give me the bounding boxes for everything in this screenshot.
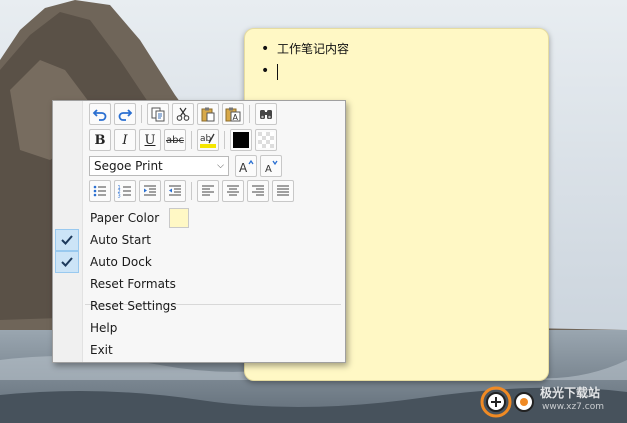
note-bullet-list[interactable]: 工作笔记内容 bbox=[245, 29, 548, 83]
toolbar-separator bbox=[249, 105, 250, 123]
justify-button[interactable] bbox=[272, 180, 294, 202]
watermark-url: www.xz7.com bbox=[542, 402, 604, 412]
align-right-icon bbox=[252, 185, 264, 196]
toolbar-row-format: B I U abc ab bbox=[89, 129, 277, 151]
text-color-swatch-icon bbox=[233, 132, 249, 148]
menu-item-label: Reset Formats bbox=[90, 277, 176, 291]
cut-icon bbox=[176, 107, 190, 121]
menu-item-label: Reset Settings bbox=[90, 299, 177, 313]
toolbar-separator bbox=[141, 105, 142, 123]
menu-item-label: Help bbox=[90, 321, 118, 335]
indent-button[interactable] bbox=[139, 180, 161, 202]
numbered-list-icon: 123 bbox=[118, 185, 131, 200]
paste-icon bbox=[201, 107, 215, 122]
align-center-button[interactable] bbox=[222, 180, 244, 202]
checkmark-icon bbox=[55, 229, 79, 251]
justify-icon bbox=[277, 185, 289, 196]
text-color-button[interactable] bbox=[230, 129, 252, 151]
menu-item-label: Auto Dock bbox=[90, 255, 152, 269]
shrink-font-button[interactable]: A bbox=[260, 155, 282, 177]
chevron-down-icon: ⌵ bbox=[217, 161, 224, 171]
strikethrough-icon: abc bbox=[166, 134, 184, 146]
menu-item-label: Exit bbox=[90, 343, 113, 357]
menu-item-label: Auto Start bbox=[90, 233, 151, 247]
text-cursor bbox=[277, 63, 278, 80]
underline-button[interactable]: U bbox=[139, 129, 161, 151]
checkmark-icon bbox=[55, 251, 79, 273]
svg-text:A: A bbox=[265, 164, 272, 174]
toolbar-separator bbox=[191, 131, 192, 149]
bold-button[interactable]: B bbox=[89, 129, 111, 151]
menu-item-paper-color[interactable]: Paper Color bbox=[53, 207, 345, 229]
highlight-icon: ab bbox=[200, 133, 216, 148]
bold-icon: B bbox=[94, 132, 106, 148]
grow-font-button[interactable]: A bbox=[235, 155, 257, 177]
background-color-button[interactable] bbox=[255, 129, 277, 151]
font-family-value: Segoe Print bbox=[94, 159, 163, 173]
highlight-button[interactable]: ab bbox=[197, 129, 219, 151]
bullet-list-icon bbox=[93, 185, 106, 197]
svg-text:A: A bbox=[233, 113, 239, 122]
watermark-logo-icon bbox=[480, 386, 534, 418]
align-left-icon bbox=[202, 185, 214, 196]
menu-item-reset-settings[interactable]: Reset Settings bbox=[53, 295, 345, 317]
copy-button[interactable] bbox=[147, 103, 169, 125]
watermark-text: 极光下载站 bbox=[540, 386, 601, 400]
toolbar-row-paragraph: 123 bbox=[89, 180, 294, 202]
strikethrough-button[interactable]: abc bbox=[164, 129, 186, 151]
menu-item-exit[interactable]: Exit bbox=[53, 339, 345, 361]
paste-text-icon: A bbox=[225, 107, 241, 122]
find-button[interactable] bbox=[255, 103, 277, 125]
context-menu: A B I U abc ab Segoe Print ⌵ A A 1 2 3 P… bbox=[52, 100, 346, 363]
menu-item-auto-dock[interactable]: Auto Dock bbox=[53, 251, 345, 273]
menu-item-help[interactable]: Help bbox=[53, 317, 345, 339]
indent-icon bbox=[144, 185, 156, 196]
align-center-icon bbox=[227, 185, 239, 196]
cut-button[interactable] bbox=[172, 103, 194, 125]
italic-button[interactable]: I bbox=[114, 129, 136, 151]
toolbar-row-clipboard: A bbox=[89, 103, 277, 125]
undo-button[interactable] bbox=[89, 103, 111, 125]
undo-icon bbox=[92, 109, 107, 121]
shrink-font-icon: A bbox=[265, 160, 278, 174]
copy-icon bbox=[151, 107, 165, 122]
toolbar-separator bbox=[224, 131, 225, 149]
outdent-button[interactable] bbox=[164, 180, 186, 202]
menu-item-label: Paper Color bbox=[90, 211, 160, 225]
font-family-select[interactable]: Segoe Print ⌵ bbox=[89, 156, 229, 176]
outdent-icon bbox=[169, 185, 181, 196]
note-line-1[interactable]: 工作笔记内容 bbox=[259, 39, 548, 61]
note-line-2[interactable] bbox=[259, 61, 548, 83]
align-right-button[interactable] bbox=[247, 180, 269, 202]
toolbar-separator bbox=[191, 182, 192, 200]
svg-text:A: A bbox=[239, 161, 248, 174]
paste-text-button[interactable]: A bbox=[222, 103, 244, 125]
grow-font-icon: A bbox=[239, 159, 254, 174]
underline-icon: U bbox=[144, 132, 156, 148]
align-left-button[interactable] bbox=[197, 180, 219, 202]
bullet-list-button[interactable] bbox=[89, 180, 111, 202]
numbered-list-button[interactable]: 123 bbox=[114, 180, 136, 202]
find-icon bbox=[260, 110, 272, 119]
menu-item-reset-formats[interactable]: Reset Formats bbox=[53, 273, 345, 295]
svg-text:3: 3 bbox=[118, 194, 121, 200]
paper-color-swatch[interactable] bbox=[169, 208, 189, 228]
transparent-background-icon bbox=[258, 132, 274, 148]
paste-button[interactable] bbox=[197, 103, 219, 125]
redo-button[interactable] bbox=[114, 103, 136, 125]
italic-icon: I bbox=[122, 132, 128, 148]
toolbar-row-font: Segoe Print ⌵ A A bbox=[89, 155, 282, 177]
redo-icon bbox=[118, 109, 133, 121]
menu-item-auto-start[interactable]: Auto Start bbox=[53, 229, 345, 251]
